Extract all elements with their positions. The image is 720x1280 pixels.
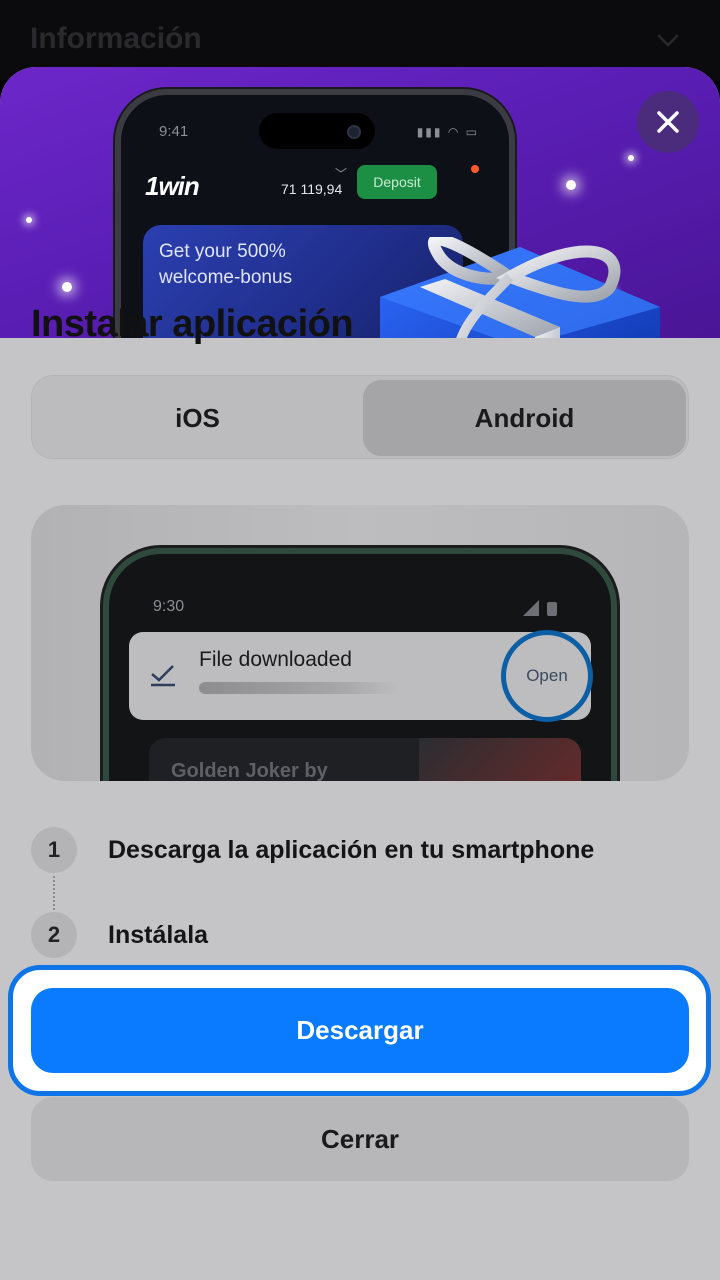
game-title: Golden Joker by — [171, 760, 328, 781]
banner-line-1: Get your 500% — [159, 241, 286, 262]
sparkle — [566, 180, 576, 190]
download-notification: File downloaded Open — [129, 630, 593, 722]
install-preview-image: 9:30 File downloaded Open Golden Joker b… — [31, 505, 689, 781]
step-text: Descarga la aplicación en tu smartphone — [108, 836, 595, 864]
notification-dot — [471, 165, 479, 173]
phone-time: 9:30 — [153, 598, 185, 615]
banner-text: Get your 500% welcome-bonus — [159, 239, 292, 291]
game-card: Golden Joker by — [149, 738, 581, 781]
open-label: Open — [526, 666, 568, 685]
preview-phone-mockup: 9:30 File downloaded Open Golden Joker b… — [103, 548, 617, 781]
phone-time: 9:41 — [159, 123, 189, 140]
step-number: 2 — [31, 912, 77, 958]
platform-selector: iOS Android — [31, 375, 689, 459]
download-progress-bar — [199, 682, 399, 694]
brand-logo: 1win — [145, 171, 200, 201]
sparkle — [62, 282, 72, 292]
close-icon — [657, 111, 679, 133]
modal-title: Instalar aplicación — [31, 303, 354, 345]
download-button[interactable]: Descargar — [31, 988, 689, 1073]
tab-ios[interactable]: iOS — [36, 380, 359, 456]
balance-value: 71 119,94 — [281, 181, 343, 197]
hero-banner: 9:41 ▮▮▮ ◠ ▭ 1win ﹀ 71 119,94 Deposit Ge… — [0, 67, 720, 338]
notification-title: File downloaded — [199, 648, 352, 671]
background-page-title: Información — [30, 22, 202, 55]
signal-status-icon — [523, 600, 557, 616]
step-number: 1 — [31, 827, 77, 873]
open-button: Open — [501, 630, 593, 722]
step-text: Instálala — [108, 921, 209, 949]
tab-android[interactable]: Android — [363, 380, 686, 456]
banner-line-2: welcome-bonus — [159, 267, 293, 288]
camera-icon — [347, 125, 361, 139]
dynamic-island — [259, 113, 375, 149]
sparkle — [26, 217, 32, 223]
gift-icon — [380, 237, 660, 338]
game-art — [419, 738, 581, 781]
chevron-down-icon: ﹀ — [335, 167, 348, 181]
close-button[interactable] — [637, 91, 699, 153]
deposit-button: Deposit — [357, 165, 437, 199]
chevron-down-icon — [657, 34, 679, 47]
cancel-button[interactable]: Cerrar — [31, 1097, 689, 1181]
step-connector — [53, 876, 55, 910]
sparkle — [628, 155, 634, 161]
signal-status-icon: ▮▮▮ ◠ ▭ — [416, 125, 479, 139]
checkmark-icon — [151, 665, 175, 687]
